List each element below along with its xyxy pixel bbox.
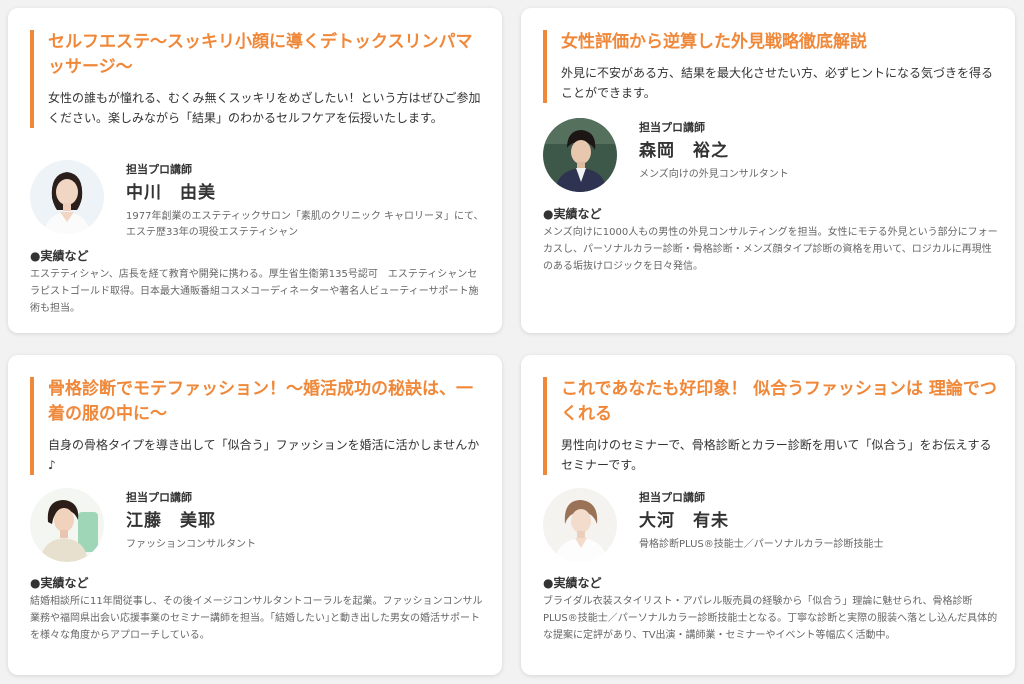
achievements-heading: ●実績など xyxy=(543,207,602,221)
achievements: ●実績など エステティシャン、店長を経て教育や開発に携わる。厚生省生衛第135号… xyxy=(30,248,486,317)
lecturer-profile: 骨格診断PLUS®技能士／パーソナルカラー診断技能士 xyxy=(639,539,884,550)
lecturer-role: 担当プロ講師 xyxy=(126,163,192,176)
seminar-title: セルフエステ〜スッキリ小顔に導くデトックスリンパマッサージ〜 xyxy=(48,32,473,77)
seminar-title: 女性評価から逆算した外見戦略徹底解説 xyxy=(561,32,867,52)
seminar-description: 自身の骨格タイプを導き出して「似合う」ファッションを婚活に活かしませんか♪ xyxy=(48,438,480,472)
seminar-description: 外見に不安がある方、結果を最大化させたい方、必ずヒントになる気づきを得ることがで… xyxy=(561,66,994,100)
lecturer-profile: ファッションコンサルタント xyxy=(126,539,256,550)
lecturer-role: 担当プロ講師 xyxy=(639,121,705,134)
lecturer-info: 担当プロ講師 大河 有未 骨格診断PLUS®技能士／パーソナルカラー診断技能士 xyxy=(639,488,883,553)
lecturer-photo xyxy=(30,160,104,234)
achievements-text: エステティシャン、店長を経て教育や開発に携わる。厚生省生衛第135号認可 エステ… xyxy=(30,269,479,314)
lecturer-info: 担当プロ講師 江藤 美耶 ファッションコンサルタント xyxy=(126,488,256,553)
lecturer-info: 担当プロ講師 中川 由美 1977年創業のエステティックサロン「素肌のクリニック… xyxy=(126,160,486,241)
achievements-heading: ●実績など xyxy=(30,249,89,263)
lecturer: 担当プロ講師 中川 由美 1977年創業のエステティックサロン「素肌のクリニック… xyxy=(30,160,486,241)
seminar-header: これであなたも好印象！ 似合うファッションは 理論でつくれる 男性向けのセミナー… xyxy=(543,377,997,475)
seminar-description: 男性向けのセミナーで、骨格診断とカラー診断を用いて「似合う」をお伝えするセミナー… xyxy=(561,438,992,472)
lecturer-profile: メンズ向けの外見コンサルタント xyxy=(639,169,789,180)
lecturer-name: 森岡 裕之 xyxy=(639,141,729,161)
lecturer-name: 中川 由美 xyxy=(126,183,216,203)
lecturer-role: 担当プロ講師 xyxy=(126,491,192,504)
achievements: ●実績など 結婚相談所に11年間従事し、その後イメージコンサルタントコーラルを起… xyxy=(30,575,486,644)
lecturer-name: 大河 有未 xyxy=(639,511,729,531)
achievements-heading: ●実績など xyxy=(30,576,89,590)
seminar-header: セルフエステ〜スッキリ小顔に導くデトックスリンパマッサージ〜 女性の誰もが憧れる… xyxy=(30,30,484,128)
seminar-card-selfesthe[interactable]: セルフエステ〜スッキリ小顔に導くデトックスリンパマッサージ〜 女性の誰もが憧れる… xyxy=(8,8,502,333)
achievements: ●実績など メンズ向けに1000人もの男性の外見コンサルティングを担当。女性にモ… xyxy=(543,206,999,275)
achievements-text: 結婚相談所に11年間従事し、その後イメージコンサルタントコーラルを起業。ファッシ… xyxy=(30,596,483,641)
seminar-description: 女性の誰もが憧れる、むくみ無くスッキリをめざしたい！という方はぜひご参加ください… xyxy=(48,91,481,125)
seminar-grid: セルフエステ〜スッキリ小顔に導くデトックスリンパマッサージ〜 女性の誰もが憧れる… xyxy=(0,0,1024,684)
achievements-text: ブライダル衣装スタイリスト・アパレル販売員の経験から「似合う」理論に魅せられ、骨… xyxy=(543,596,998,641)
lecturer-role: 担当プロ講師 xyxy=(639,491,705,504)
lecturer: 担当プロ講師 大河 有未 骨格診断PLUS®技能士／パーソナルカラー診断技能士 xyxy=(543,488,999,562)
seminar-card-body-type-fashion[interactable]: 骨格診断でモテファッション！〜婚活成功の秘訣は、一着の服の中に〜 自身の骨格タイ… xyxy=(8,355,502,675)
seminar-card-fashion-theory[interactable]: これであなたも好印象！ 似合うファッションは 理論でつくれる 男性向けのセミナー… xyxy=(521,355,1015,675)
seminar-title: これであなたも好印象！ 似合うファッションは 理論でつくれる xyxy=(561,379,997,424)
achievements-text: メンズ向けに1000人もの男性の外見コンサルティングを担当。女性にモテる外見とい… xyxy=(543,227,998,272)
seminar-title: 骨格診断でモテファッション！〜婚活成功の秘訣は、一着の服の中に〜 xyxy=(48,379,473,424)
lecturer-info: 担当プロ講師 森岡 裕之 メンズ向けの外見コンサルタント xyxy=(639,118,789,183)
seminar-header: 女性評価から逆算した外見戦略徹底解説 外見に不安がある方、結果を最大化させたい方… xyxy=(543,30,997,103)
lecturer-photo xyxy=(543,118,617,192)
seminar-header: 骨格診断でモテファッション！〜婚活成功の秘訣は、一着の服の中に〜 自身の骨格タイ… xyxy=(30,377,484,475)
achievements-heading: ●実績など xyxy=(543,576,602,590)
lecturer-profile: 1977年創業のエステティックサロン「素肌のクリニック キャロリーヌ」にて、エス… xyxy=(126,211,484,238)
lecturer-photo xyxy=(30,488,104,562)
lecturer: 担当プロ講師 森岡 裕之 メンズ向けの外見コンサルタント xyxy=(543,118,999,192)
lecturer-photo xyxy=(543,488,617,562)
lecturer: 担当プロ講師 江藤 美耶 ファッションコンサルタント xyxy=(30,488,486,562)
achievements: ●実績など ブライダル衣装スタイリスト・アパレル販売員の経験から「似合う」理論に… xyxy=(543,575,999,644)
seminar-card-appearance-strategy[interactable]: 女性評価から逆算した外見戦略徹底解説 外見に不安がある方、結果を最大化させたい方… xyxy=(521,8,1015,333)
lecturer-name: 江藤 美耶 xyxy=(126,511,216,531)
